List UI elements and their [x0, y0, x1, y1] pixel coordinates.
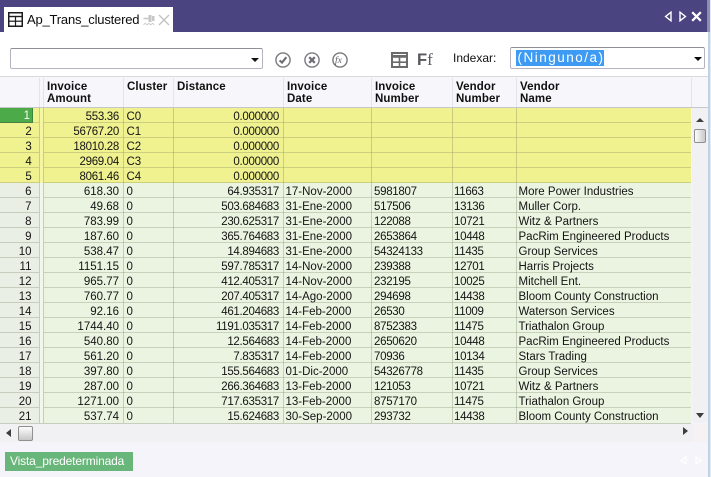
svg-text:fx: fx — [335, 55, 343, 66]
